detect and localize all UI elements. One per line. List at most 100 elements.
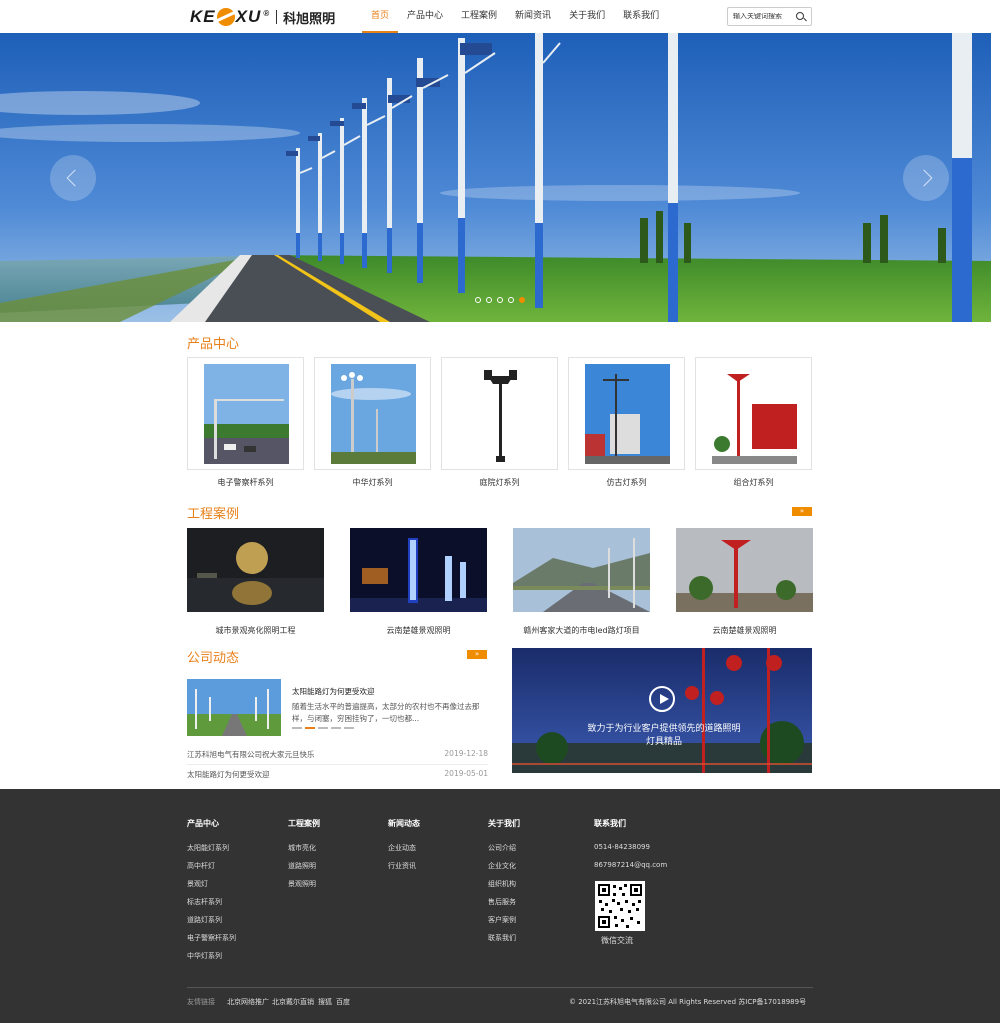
- footer-link[interactable]: 企业文化: [488, 861, 516, 871]
- chevron-right-icon: [915, 169, 933, 187]
- friend-link[interactable]: 北京戴尔直销: [272, 997, 314, 1007]
- product-label[interactable]: 仿古灯系列: [568, 477, 685, 488]
- footer-link[interactable]: 电子警察杆系列: [187, 933, 236, 943]
- banner-pagination: [475, 297, 525, 303]
- nav-news[interactable]: 新闻资讯: [506, 0, 560, 33]
- footer-link[interactable]: 道路照明: [288, 861, 316, 871]
- case-card[interactable]: [350, 528, 487, 612]
- product-card[interactable]: [568, 357, 685, 470]
- logo[interactable]: KE XU ® 科旭照明: [190, 6, 335, 28]
- friend-link[interactable]: 北京网络推广: [227, 997, 269, 1007]
- news-more-button[interactable]: »: [467, 650, 487, 659]
- news-section-title: 公司动态: [187, 651, 240, 666]
- news-pager-bar-active[interactable]: [305, 727, 315, 729]
- case-card[interactable]: [513, 528, 650, 612]
- footer-col-title[interactable]: 联系我们: [594, 818, 626, 829]
- friend-link[interactable]: 百度: [336, 997, 350, 1007]
- news-pager-bar[interactable]: [331, 727, 341, 729]
- banner-prev-button[interactable]: [50, 155, 96, 201]
- news-pager-bar[interactable]: [292, 727, 302, 729]
- footer-link[interactable]: 售后服务: [488, 897, 516, 907]
- news-list-item[interactable]: 太阳能路灯为何更受欢迎 2019-05-01: [187, 767, 488, 785]
- product-card[interactable]: [187, 357, 304, 470]
- case-label[interactable]: 赣州客家大道的市电led路灯项目: [513, 625, 650, 636]
- news-list-item[interactable]: 江苏科旭电气有限公司祝大家元旦快乐 2019-12-18: [187, 747, 488, 765]
- contact-email[interactable]: 867987214@qq.com: [594, 861, 667, 869]
- news-item-title: 江苏科旭电气有限公司祝大家元旦快乐: [187, 750, 315, 759]
- product-label[interactable]: 电子警察杆系列: [187, 477, 304, 488]
- nav-about[interactable]: 关于我们: [560, 0, 614, 33]
- banner-dot[interactable]: [508, 297, 514, 303]
- qr-code: [595, 881, 645, 931]
- banner-dot[interactable]: [475, 297, 481, 303]
- news-pager-bar[interactable]: [344, 727, 354, 729]
- banner-dot-active[interactable]: [519, 297, 525, 303]
- case-card[interactable]: [187, 528, 324, 612]
- footer-link[interactable]: 公司介绍: [488, 843, 516, 853]
- footer-link[interactable]: 道路灯系列: [187, 915, 222, 925]
- nav-products[interactable]: 产品中心: [398, 0, 452, 33]
- footer-link[interactable]: 景观灯: [187, 879, 208, 889]
- friend-link[interactable]: 搜狐: [318, 997, 332, 1007]
- products-section-title: 产品中心: [187, 337, 240, 352]
- garden-lamp-photo: [458, 364, 543, 464]
- case-label[interactable]: 云南楚雄景观照明: [350, 625, 487, 636]
- footer: 产品中心 太阳能灯系列 高中杆灯 景观灯 标志杆系列 道路灯系列 电子警察杆系列…: [0, 789, 1000, 1023]
- company-name: 科旭照明: [283, 11, 336, 27]
- product-label[interactable]: 中华灯系列: [314, 477, 431, 488]
- footer-link[interactable]: 中华灯系列: [187, 951, 222, 961]
- case-label[interactable]: 云南楚雄景观照明: [676, 625, 813, 636]
- footer-col-title[interactable]: 新闻动态: [388, 818, 420, 829]
- case-photo: [350, 528, 487, 612]
- footer-link[interactable]: 高中杆灯: [187, 861, 215, 871]
- banner-dot[interactable]: [486, 297, 492, 303]
- case-card[interactable]: [676, 528, 813, 612]
- footer-link[interactable]: 组织机构: [488, 879, 516, 889]
- case-label[interactable]: 城市景观亮化照明工程: [187, 625, 324, 636]
- nav-contact[interactable]: 联系我们: [614, 0, 668, 33]
- play-icon[interactable]: [649, 686, 675, 712]
- news-featured-headline[interactable]: 太阳能路灯为何更受欢迎: [292, 686, 375, 697]
- case-photo: [187, 528, 324, 612]
- banner-dot[interactable]: [497, 297, 503, 303]
- news-thumbnail[interactable]: [187, 679, 281, 736]
- video-promo[interactable]: 致力于为行业客户提供领先的道路照明灯具精品: [512, 648, 812, 773]
- banner-image: [0, 33, 991, 322]
- search-input[interactable]: [728, 13, 794, 20]
- footer-link[interactable]: 企业动态: [388, 843, 416, 853]
- footer-link[interactable]: 行业资讯: [388, 861, 416, 871]
- hero-banner: [0, 33, 991, 322]
- product-card[interactable]: [695, 357, 812, 470]
- footer-link[interactable]: 联系我们: [488, 933, 516, 943]
- nav-cases[interactable]: 工程案例: [452, 0, 506, 33]
- product-label[interactable]: 庭院灯系列: [441, 477, 558, 488]
- chevron-left-icon: [66, 169, 84, 187]
- video-caption: 致力于为行业客户提供领先的道路照明灯具精品: [587, 724, 741, 747]
- product-label[interactable]: 组合灯系列: [695, 477, 812, 488]
- logo-mark: KE XU ®: [190, 7, 270, 27]
- cases-more-button[interactable]: »: [792, 507, 812, 516]
- footer-col-title[interactable]: 关于我们: [488, 818, 520, 829]
- footer-link[interactable]: 标志杆系列: [187, 897, 222, 907]
- header: KE XU ® 科旭照明 首页 产品中心 工程案例 新闻资讯 关于我们 联系我们: [0, 0, 1000, 33]
- product-card[interactable]: [441, 357, 558, 470]
- footer-link[interactable]: 客户案例: [488, 915, 516, 925]
- logo-text-before: KE: [190, 7, 216, 26]
- news-pager-bar[interactable]: [318, 727, 328, 729]
- banner-next-button[interactable]: [903, 155, 949, 201]
- product-card[interactable]: [314, 357, 431, 470]
- search-icon[interactable]: [794, 10, 808, 24]
- cases-section-title: 工程案例: [187, 507, 240, 522]
- traffic-pole-photo: [204, 364, 289, 464]
- footer-col-title[interactable]: 工程案例: [288, 818, 320, 829]
- footer-col-title[interactable]: 产品中心: [187, 818, 219, 829]
- copyright: © 2021江苏科旭电气有限公司 All Rights Reserved 苏IC…: [569, 998, 807, 1006]
- search-box: [727, 7, 812, 26]
- registered-mark: ®: [263, 8, 271, 18]
- footer-link[interactable]: 太阳能灯系列: [187, 843, 229, 853]
- footer-link[interactable]: 城市亮化: [288, 843, 316, 853]
- nav-home[interactable]: 首页: [362, 0, 399, 33]
- news-item-title: 太阳能路灯为何更受欢迎: [187, 770, 270, 779]
- logo-text-after: XU: [235, 7, 262, 26]
- footer-link[interactable]: 景观照明: [288, 879, 316, 889]
